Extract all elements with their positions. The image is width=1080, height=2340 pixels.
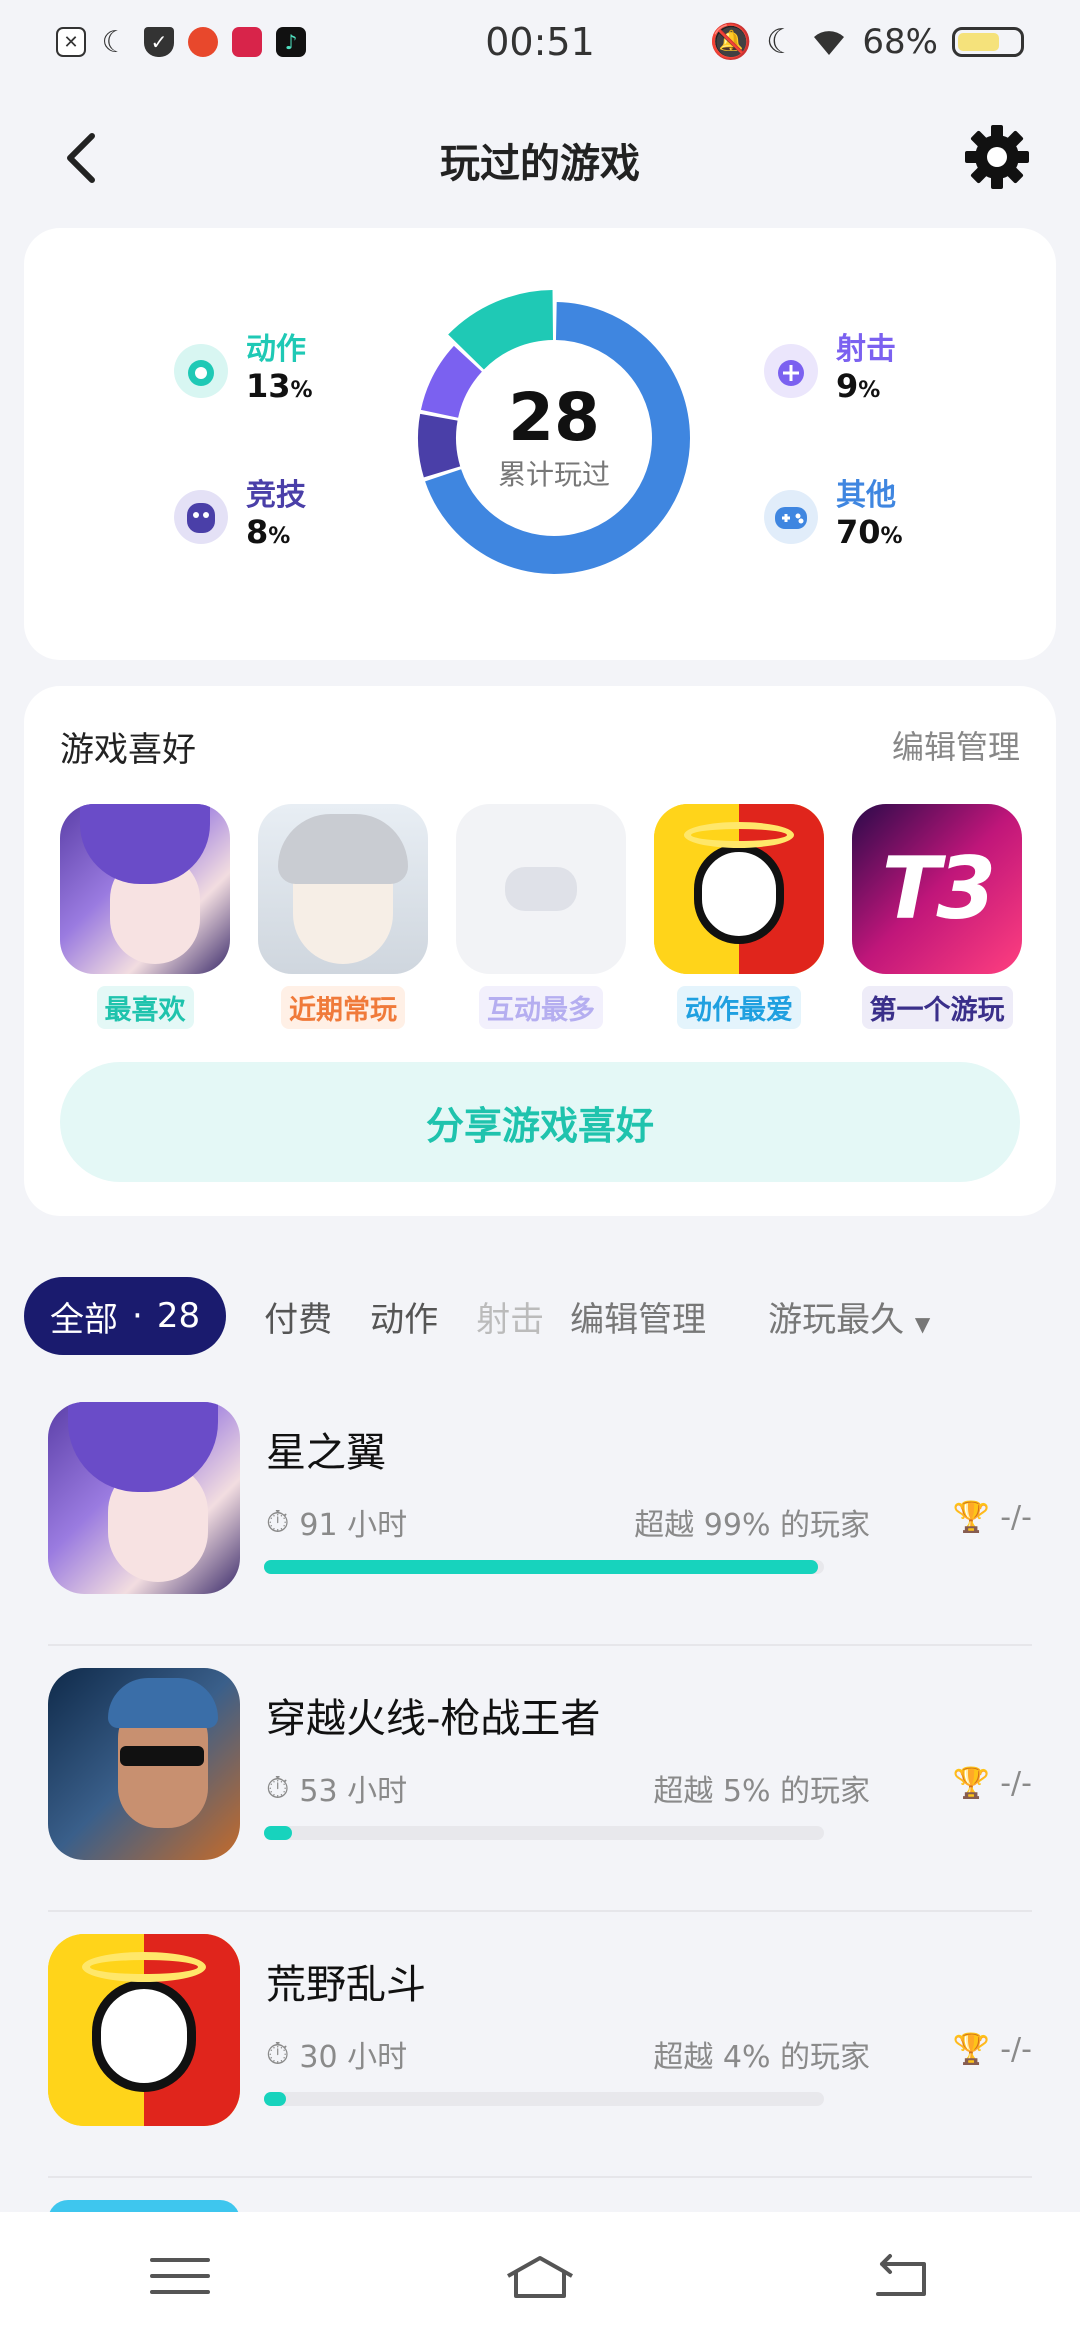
trophy-icon: 🏆 [952,1766,991,1801]
game-icon-star-wings [48,1402,240,1594]
stat-label: 动作 [246,332,306,367]
stopwatch-icon: ⏱ [266,2036,290,2072]
shield-icon: ✓ [144,27,174,57]
rank-text: 超越 4% 的玩家 [653,2040,870,2075]
stats-card: 动作 13% 竞技 8% 射击 9% 其他 70% 28 累计玩过 [24,228,1056,660]
moon-icon: ☾ [101,24,129,60]
stat-percent: 70% [836,513,903,551]
stat-label: 射击 [836,332,896,367]
game-name: 穿越火线-枪战王者 [266,1696,601,1742]
game-icon-brawl-stars [48,1934,240,2126]
moon-icon: ☾ [765,22,797,62]
stat-label: 竞技 [246,478,306,513]
back-arrow-icon[interactable] [52,128,112,188]
game-row[interactable]: 荒野乱斗 ⏱ 30 小时 超越 4% 的玩家 🏆 -/- [48,1912,1032,2178]
battery-percent: 68% [862,22,938,62]
achievement: 🏆 -/- [952,1766,1032,1801]
stat-percent: 8% [246,513,291,551]
pref-tag: 最喜欢 [96,986,194,1029]
play-time: ⏱ 91 小时 [266,1504,408,1544]
caret-down-icon: ▼ [914,1311,931,1336]
app-notification-icon [232,27,262,57]
game-preferences-card: 游戏喜好 编辑管理 最喜欢 近期常玩 互动最多 动作最爱 T3 第一个游玩 分享… [24,686,1056,1216]
total-games-count: 28 [508,379,600,456]
home-icon[interactable] [500,2246,580,2306]
game-icon-crossfire [48,1668,240,1860]
gamepad-category-icon [764,489,818,544]
achievement: 🏆 -/- [952,1500,1032,1535]
pref-action[interactable]: 动作最爱 [654,804,824,1029]
action-category-icon [174,343,228,398]
pref-tag: 第一个游玩 [861,986,1013,1029]
pref-first[interactable]: T3 第一个游玩 [852,804,1022,1029]
menu-icon[interactable] [140,2246,220,2306]
tab-paid[interactable]: 付费 [264,1292,332,1341]
stat-action: 动作 13% [174,332,313,409]
play-time: ⏱ 30 小时 [266,2036,408,2076]
stat-percent: 9% [836,367,881,405]
trophy-icon: 🏆 [952,1500,991,1535]
music-app-icon: ♪ [276,27,306,57]
pref-tag: 互动最多 [479,986,603,1029]
status-bar: ✕ ☾ ✓ ♪ 00:51 🔕 ☾ 68% [0,0,1080,84]
rank-progress-bar [264,1560,824,1574]
edit-manage-link[interactable]: 编辑管理 [892,722,1020,768]
stat-shooting: 射击 9% [764,332,896,409]
stat-competitive: 竞技 8% [174,478,306,555]
game-row[interactable]: 穿越火线-枪战王者 ⏱ 53 小时 超越 5% 的玩家 🏆 -/- [48,1646,1032,1912]
pref-tag: 动作最爱 [677,986,801,1029]
stat-percent: 13% [246,367,313,405]
mute-icon: 🔕 [709,22,752,62]
rank-text: 超越 5% 的玩家 [653,1774,870,1809]
app-header: 玩过的游戏 [0,110,1080,210]
gamepad-icon [505,867,577,911]
share-preferences-button[interactable]: 分享游戏喜好 [60,1062,1020,1182]
game-icon-t3: T3 [852,804,1022,974]
game-icon-anime-girl [258,804,428,974]
filter-tabs: 全部 · 28 付费 动作 射击 编辑管理 游玩最久 ▼ [24,1276,1064,1356]
sim-off-icon: ✕ [56,27,86,57]
game-name: 荒野乱斗 [266,1962,426,2008]
game-icon-brawl [654,804,824,974]
game-row[interactable]: 星之翼 ⏱ 91 小时 超越 99% 的玩家 🏆 -/- [48,1380,1032,1646]
battery-icon [952,27,1024,57]
shooting-category-icon [764,343,818,398]
rank-progress-bar [264,2092,824,2106]
back-nav-icon[interactable] [860,2246,940,2306]
tab-shooting[interactable]: 射击 [476,1292,544,1341]
pref-tag: 近期常玩 [281,986,405,1029]
stat-label: 其他 [836,478,896,513]
game-name: 星之翼 [266,1430,386,1476]
stopwatch-icon: ⏱ [266,1770,290,1806]
sort-dropdown[interactable]: 游玩最久 ▼ [768,1292,930,1341]
rank-text: 超越 99% 的玩家 [634,1508,870,1543]
app-notification-icon [188,27,218,57]
stat-other: 其他 70% [764,478,903,555]
pref-recent[interactable]: 近期常玩 [258,804,428,1029]
game-icon-star-wings [60,804,230,974]
competitive-category-icon [174,489,228,544]
pref-interactive[interactable]: 互动最多 [456,804,626,1029]
tab-action[interactable]: 动作 [370,1292,438,1341]
total-games-label: 累计玩过 [497,458,610,491]
achievement: 🏆 -/- [952,2032,1032,2067]
tab-all[interactable]: 全部 · 28 [24,1277,227,1355]
play-time: ⏱ 53 小时 [266,1770,408,1810]
trophy-icon: 🏆 [952,2032,991,2067]
pref-favorite[interactable]: 最喜欢 [60,804,230,1029]
stopwatch-icon: ⏱ [266,1504,290,1540]
wifi-icon [814,31,845,55]
section-title: 游戏喜好 [60,730,196,770]
donut-center: 28 累计玩过 [404,288,704,588]
edit-manage-tab[interactable]: 编辑管理 [570,1292,706,1341]
rank-progress-bar [264,1826,824,1840]
page-title: 玩过的游戏 [440,141,640,187]
placeholder-game-icon [456,804,626,974]
settings-gear-icon[interactable] [964,124,1030,190]
notification-icons: ✕ ☾ ✓ ♪ [56,24,306,60]
system-nav-bar [0,2212,1080,2340]
